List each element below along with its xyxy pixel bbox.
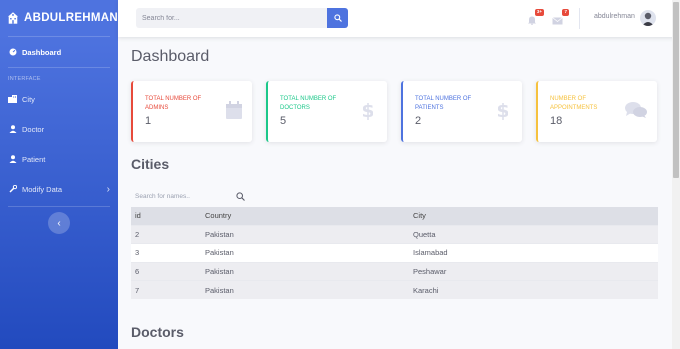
topbar-divider [579, 8, 580, 29]
stat-label: TOTAL NUMBER OF ADMINS [145, 96, 202, 111]
page-title: Dashboard [131, 48, 210, 65]
sidebar-item-label: City [22, 94, 35, 104]
sidebar-item-label: Doctor [22, 124, 45, 134]
messages-count-badge: 7 [562, 9, 569, 16]
cell-city: Islamabad [409, 243, 658, 262]
stat-label: TOTAL NUMBER OF PATIENTS [415, 96, 472, 111]
sidebar-item-label: Patient [22, 154, 46, 164]
column-header-city: City [409, 207, 658, 225]
sidebar-item-label: Dashboard [22, 47, 62, 57]
section-title-doctors: Doctors [131, 324, 184, 340]
sidebar-item-label: Modify Data [22, 184, 63, 194]
sidebar-heading: INTERFACE [8, 76, 41, 82]
stat-card-patients: TOTAL NUMBER OF PATIENTS 2 $ [401, 81, 522, 142]
cell-city: Quetta [409, 224, 658, 244]
cell-id: 2 [131, 224, 201, 244]
stat-card-admins: TOTAL NUMBER OF ADMINS 1 [131, 81, 252, 142]
chevron-right-icon: › [106, 183, 110, 195]
search-input[interactable] [136, 8, 327, 28]
brand-name: ABDULREHMAN [23, 12, 118, 24]
wrench-icon [8, 185, 17, 194]
sidebar-item-patient[interactable]: Patient [0, 144, 118, 174]
table-header-row: id Country City [131, 207, 658, 225]
sidebar-item-doctor[interactable]: Doctor [0, 114, 118, 144]
bell-icon [528, 16, 536, 26]
column-header-country: Country [201, 207, 409, 225]
cell-country: Pakistan [201, 224, 409, 244]
cell-country: Pakistan [201, 243, 409, 262]
calendar-icon [226, 101, 242, 119]
cell-country: Pakistan [201, 261, 409, 281]
alerts-button[interactable]: 3+ [527, 9, 544, 26]
svg-text:$: $ [498, 101, 508, 121]
table-row: 2 Pakistan Quetta [131, 224, 658, 244]
search-icon [333, 14, 342, 22]
dollar-icon: $ [363, 101, 373, 121]
cities-search-input[interactable] [131, 190, 231, 203]
stat-value: 2 [415, 115, 422, 127]
stat-label: NUMBER OF APPOINTMENTS [550, 96, 598, 111]
sidebar-item-modify-data[interactable]: Modify Data › [0, 174, 118, 204]
sidebar-brand[interactable]: ABDULREHMAN [0, 0, 118, 36]
cell-country: Pakistan [201, 280, 409, 299]
stat-card-appointments: NUMBER OF APPOINTMENTS 18 [536, 81, 657, 142]
scrollbar-thumb[interactable] [673, 2, 679, 178]
sidebar-item-dashboard[interactable]: Dashboard [0, 37, 118, 67]
sidebar-toggle-button[interactable]: ‹ [48, 212, 70, 234]
cities-table: id Country City 2 Pakistan Quetta 3 Paki… [131, 207, 658, 299]
page-scrollbar[interactable] [672, 0, 680, 349]
sidebar-divider [8, 206, 110, 207]
stat-value: 1 [145, 115, 152, 127]
table-row: 3 Pakistan Islamabad [131, 243, 658, 262]
search-icon[interactable] [236, 192, 245, 201]
alerts-count-badge: 3+ [534, 9, 544, 16]
cell-id: 7 [131, 280, 201, 299]
user-icon [8, 155, 17, 164]
table-row: 6 Pakistan Peshawar [131, 261, 658, 281]
search-button[interactable] [327, 8, 348, 28]
hospital-logo-icon [8, 12, 18, 24]
sidebar-item-city[interactable]: City [0, 84, 118, 114]
building-icon [8, 95, 17, 104]
sidebar: ABDULREHMAN Dashboard INTERFACE City Doc… [0, 0, 118, 349]
stat-value: 5 [280, 115, 287, 127]
stat-value: 18 [550, 115, 563, 127]
envelope-icon [552, 17, 563, 25]
user-avatar-icon [642, 12, 654, 26]
stat-label: TOTAL NUMBER OF DOCTORS [280, 96, 337, 111]
cell-id: 6 [131, 261, 201, 281]
dollar-icon: $ [498, 101, 508, 121]
table-row: 7 Pakistan Karachi [131, 280, 658, 299]
cell-city: Peshawar [409, 261, 658, 281]
comments-icon [625, 102, 647, 118]
cell-city: Karachi [409, 280, 658, 299]
messages-button[interactable]: 7 [552, 9, 569, 25]
user-icon [8, 125, 17, 134]
stat-card-doctors: TOTAL NUMBER OF DOCTORS 5 $ [266, 81, 387, 142]
dashboard-icon [8, 48, 17, 57]
topbar: 3+ 7 abdulrehman [118, 0, 680, 37]
user-name[interactable]: abdulrehman [594, 13, 635, 20]
column-header-id: id [131, 207, 201, 225]
chevron-left-icon: ‹ [57, 217, 61, 229]
section-title-cities: Cities [131, 156, 170, 172]
svg-text:$: $ [363, 101, 373, 121]
cell-id: 3 [131, 243, 201, 262]
avatar[interactable] [640, 10, 656, 26]
